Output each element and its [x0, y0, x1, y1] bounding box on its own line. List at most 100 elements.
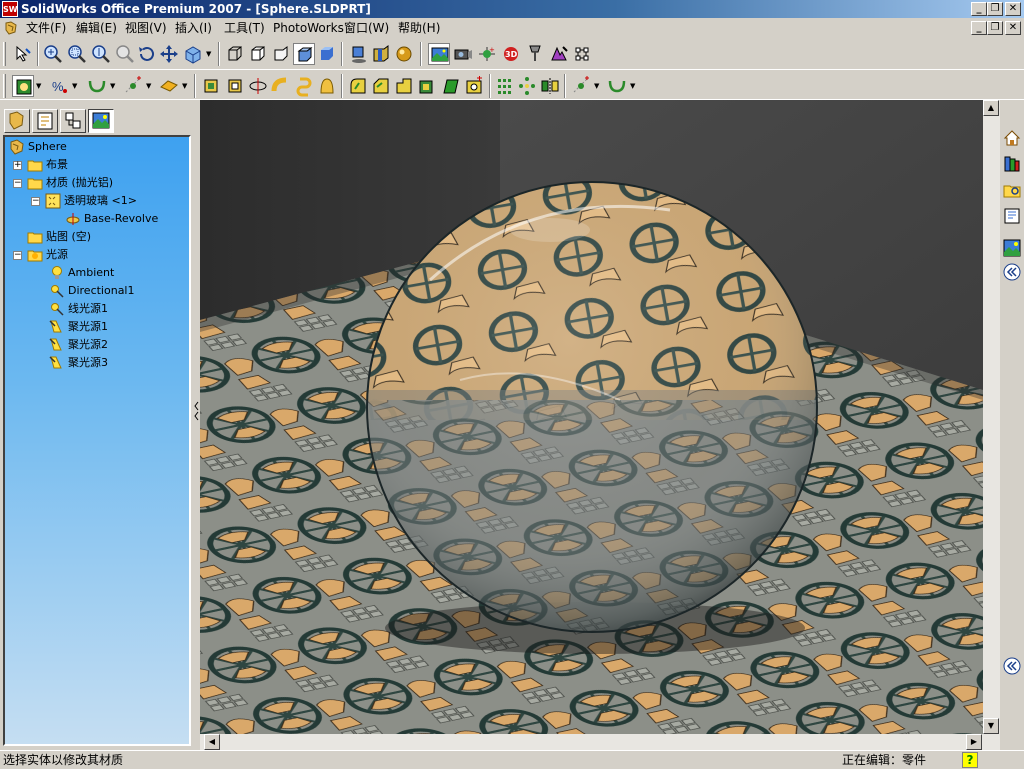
- tree-item-material[interactable]: 材质 (抛光铝): [27, 174, 113, 192]
- expand-pane-icon[interactable]: [1002, 656, 1022, 676]
- loft-icon[interactable]: [294, 75, 316, 97]
- shaded-with-edges-icon[interactable]: [293, 43, 315, 65]
- toolbar-grip[interactable]: [3, 42, 6, 66]
- scene-options-icon[interactable]: [548, 43, 570, 65]
- menu-view[interactable]: 视图(V): [123, 20, 169, 36]
- mirror-icon[interactable]: [539, 75, 561, 97]
- scroll-left-icon[interactable]: ◀: [204, 734, 220, 750]
- chevron-down-icon[interactable]: ▼: [146, 82, 151, 90]
- zoom-selection-icon[interactable]: [114, 43, 136, 65]
- chevron-down-icon[interactable]: ▼: [72, 82, 77, 90]
- tree-item-spot-light3[interactable]: 聚光源3: [49, 354, 108, 372]
- chevron-down-icon[interactable]: ▼: [594, 82, 599, 90]
- sweep-icon[interactable]: [270, 75, 292, 97]
- draft-icon[interactable]: [440, 75, 462, 97]
- dome-icon[interactable]: [316, 75, 338, 97]
- extrude-icon[interactable]: [200, 75, 222, 97]
- tree-item-ambient[interactable]: Ambient: [49, 264, 114, 282]
- doc-restore-button[interactable]: ❐: [987, 21, 1003, 35]
- scroll-right-icon[interactable]: ▶: [966, 734, 982, 750]
- document-icon[interactable]: [4, 21, 18, 35]
- scroll-down-icon[interactable]: ▼: [983, 718, 999, 734]
- appearance-icon[interactable]: [12, 75, 34, 97]
- tree-item-lights[interactable]: 光源: [27, 246, 68, 264]
- vertical-scrollbar[interactable]: ▲ ▼: [983, 100, 1000, 734]
- design-library-icon[interactable]: [1002, 154, 1022, 174]
- curves-icon[interactable]: [606, 75, 628, 97]
- tree-root-sphere[interactable]: Sphere: [9, 138, 67, 156]
- menu-photoworks[interactable]: PhotoWorks: [271, 20, 346, 36]
- decal-icon[interactable]: +: [476, 43, 498, 65]
- tree-expander[interactable]: −: [31, 197, 40, 206]
- circular-pattern-icon[interactable]: [516, 75, 538, 97]
- chevron-down-icon[interactable]: ▼: [36, 82, 41, 90]
- tree-item-spot-light2[interactable]: 聚光源2: [49, 336, 108, 354]
- sketch-point-icon[interactable]: [122, 75, 144, 97]
- reference-point-icon[interactable]: [570, 75, 592, 97]
- fillet-icon[interactable]: [347, 75, 369, 97]
- graphics-viewport[interactable]: [200, 100, 983, 734]
- tree-item-decals[interactable]: 贴图 (空): [27, 228, 91, 246]
- menu-edit[interactable]: 编辑(E): [74, 20, 119, 36]
- tree-item-point-light1[interactable]: 线光源1: [49, 300, 108, 318]
- select-tool-icon[interactable]: [12, 43, 34, 65]
- chamfer-icon[interactable]: [370, 75, 392, 97]
- tree-expander[interactable]: −: [13, 251, 22, 260]
- zoom-area-icon[interactable]: [66, 43, 88, 65]
- home-icon[interactable]: [1002, 128, 1022, 148]
- tree-expander[interactable]: −: [13, 179, 22, 188]
- reference-plane-icon[interactable]: [158, 75, 180, 97]
- menu-help[interactable]: 帮助(H): [396, 20, 442, 36]
- shell-icon[interactable]: [416, 75, 438, 97]
- tree-item-directional1[interactable]: Directional1: [49, 282, 135, 300]
- pan-icon[interactable]: [158, 43, 180, 65]
- zoom-to-fit-icon[interactable]: [42, 43, 64, 65]
- revolve-icon[interactable]: [247, 75, 269, 97]
- hidden-lines-removed-icon[interactable]: [270, 43, 292, 65]
- solidworks-logo-icon[interactable]: SW: [2, 1, 18, 17]
- chevron-down-icon[interactable]: ▼: [110, 82, 115, 90]
- close-button[interactable]: ✕: [1005, 2, 1021, 16]
- hole-wizard-icon[interactable]: [463, 75, 485, 97]
- cut-extrude-icon[interactable]: [224, 75, 246, 97]
- camera-icon[interactable]: [452, 43, 474, 65]
- linear-pattern-icon[interactable]: [494, 75, 516, 97]
- chevron-down-icon[interactable]: ▼: [630, 82, 635, 90]
- lighting-icon[interactable]: [524, 43, 546, 65]
- section-view-icon[interactable]: [370, 43, 392, 65]
- configuration-manager-tab-icon[interactable]: [60, 109, 86, 133]
- file-explorer-icon[interactable]: [1002, 180, 1022, 200]
- scroll-up-icon[interactable]: ▲: [983, 100, 999, 116]
- photoworks-render-icon[interactable]: [428, 43, 450, 65]
- collapse-pane-icon[interactable]: [1002, 262, 1022, 282]
- render-options-icon[interactable]: [571, 43, 593, 65]
- hidden-lines-visible-icon[interactable]: [247, 43, 269, 65]
- photoworks-manager-tab-icon[interactable]: [88, 109, 114, 133]
- chevron-down-icon[interactable]: ▼: [206, 50, 211, 58]
- property-manager-tab-icon[interactable]: [32, 109, 58, 133]
- shaded-icon[interactable]: [316, 43, 338, 65]
- menu-file[interactable]: 文件(F): [24, 20, 68, 36]
- tree-item-scene[interactable]: 布景: [27, 156, 68, 174]
- zoom-in-out-icon[interactable]: [90, 43, 112, 65]
- panel-splitter-handle[interactable]: [194, 400, 199, 422]
- menu-insert[interactable]: 插入(I): [173, 20, 214, 36]
- horizontal-scrollbar[interactable]: ◀ ▶: [200, 734, 1000, 750]
- tree-item-base-revolve[interactable]: Base-Revolve: [65, 210, 158, 228]
- view-orientation-icon[interactable]: [182, 43, 204, 65]
- feature-manager-tab-icon[interactable]: [4, 109, 30, 133]
- realview-icon[interactable]: [393, 43, 415, 65]
- help-icon[interactable]: ?: [962, 752, 978, 768]
- doc-close-button[interactable]: ✕: [1005, 21, 1021, 35]
- doc-minimize-button[interactable]: _: [971, 21, 987, 35]
- rendered-scene[interactable]: [200, 100, 983, 734]
- curve-icon[interactable]: [86, 75, 108, 97]
- restore-button[interactable]: ❐: [987, 2, 1003, 16]
- chevron-down-icon[interactable]: ▼: [182, 82, 187, 90]
- rib-icon[interactable]: [393, 75, 415, 97]
- menu-tools[interactable]: 工具(T): [222, 20, 267, 36]
- tree-item-spot-light1[interactable]: 聚光源1: [49, 318, 108, 336]
- toolbar-grip[interactable]: [3, 74, 6, 98]
- tree-expander[interactable]: +: [13, 161, 22, 170]
- shadows-icon[interactable]: [347, 43, 369, 65]
